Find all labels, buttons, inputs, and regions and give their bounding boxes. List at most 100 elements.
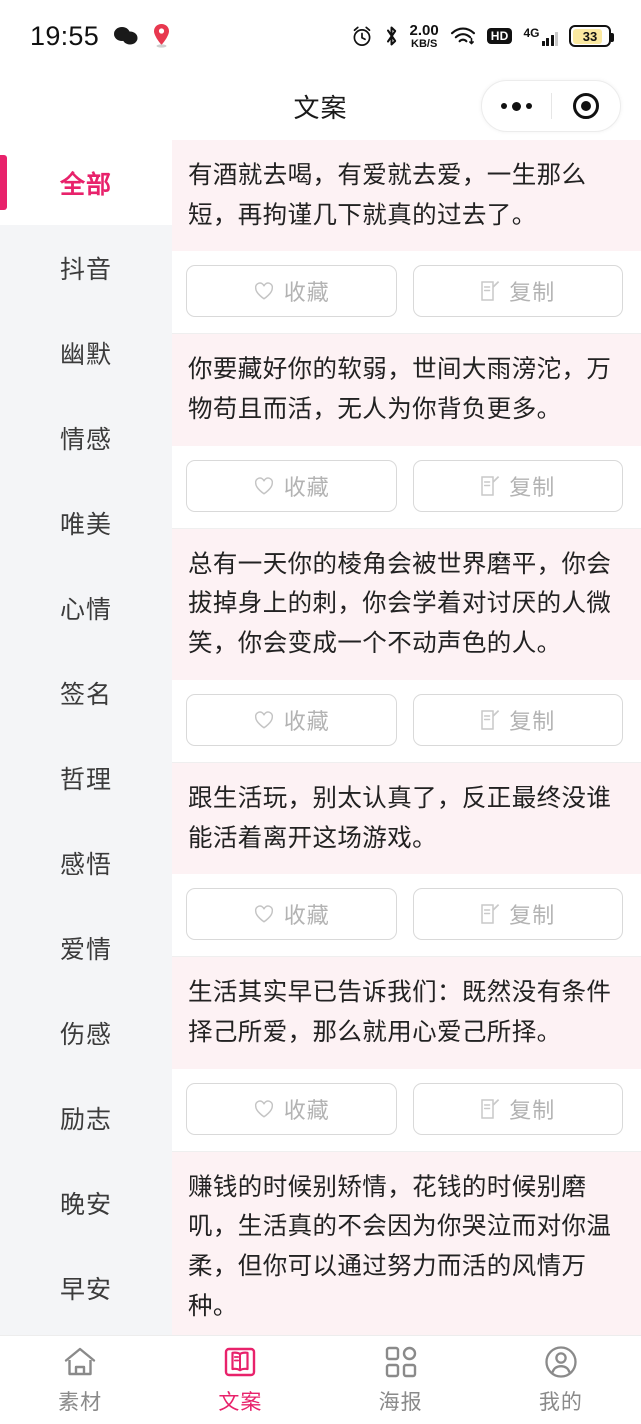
copy-button[interactable]: 复制 bbox=[412, 888, 623, 941]
sidebar-item-label: 幽默 bbox=[59, 340, 112, 369]
favorite-button[interactable]: 收藏 bbox=[186, 888, 397, 941]
favorite-label: 收藏 bbox=[283, 474, 330, 500]
status-bar: 19:55 2.00 KB/S HD 4G 33 bbox=[0, 0, 641, 72]
sidebar-item-label: 全部 bbox=[59, 170, 112, 199]
favorite-button[interactable]: 收藏 bbox=[186, 693, 397, 746]
wifi-icon bbox=[450, 26, 476, 46]
sidebar-item-goodnight[interactable]: 晚安 bbox=[0, 1160, 172, 1245]
alarm-clock-icon bbox=[351, 25, 373, 47]
user-circle-icon bbox=[544, 1345, 578, 1379]
sidebar-item-label: 晚安 bbox=[59, 1190, 112, 1219]
status-bar-left: 19:55 bbox=[30, 21, 170, 52]
battery-level: 33 bbox=[582, 28, 598, 44]
tab-poster[interactable]: 海报 bbox=[321, 1345, 481, 1416]
tab-copywriting[interactable]: 文案 bbox=[160, 1345, 320, 1416]
location-pin-icon bbox=[153, 24, 170, 48]
heart-icon bbox=[254, 477, 273, 495]
quote-text: 跟生活玩，别太认真了，反正最终没谁能活着离开这场游戏。 bbox=[172, 762, 641, 875]
bluetooth-icon bbox=[384, 24, 399, 48]
category-sidebar[interactable]: 全部 抖音 幽默 情感 唯美 心情 签名 哲理 感悟 爱情 伤感 励志 晚安 早… bbox=[0, 140, 172, 1335]
cellular-signal-icon: 4G bbox=[523, 27, 558, 46]
list-item: 赚钱的时候别矫情，花钱的时候别磨叽，生活真的不会因为你哭泣而对你温柔，但你可以通… bbox=[172, 1151, 641, 1335]
copy-button[interactable]: 复制 bbox=[412, 1082, 623, 1135]
sidebar-item-label: 哲理 bbox=[59, 765, 112, 794]
sidebar-item-inspire[interactable]: 励志 bbox=[0, 1075, 172, 1160]
quote-text: 有酒就去喝，有爱就去爱，一生那么短，再拘谨几下就真的过去了。 bbox=[172, 140, 641, 252]
list-item: 总有一天你的棱角会被世界磨平，你会拔掉身上的刺，你会学着对讨厌的人微笑，你会变成… bbox=[172, 528, 641, 763]
capsule-menu-button[interactable] bbox=[482, 101, 551, 111]
heart-icon bbox=[254, 282, 273, 301]
favorite-button[interactable]: 收藏 bbox=[186, 459, 397, 512]
miniprogram-capsule[interactable] bbox=[481, 80, 621, 132]
status-time: 19:55 bbox=[30, 20, 100, 51]
tab-label: 海报 bbox=[378, 1390, 423, 1414]
sidebar-item-label: 情感 bbox=[59, 425, 112, 454]
tab-profile[interactable]: 我的 bbox=[481, 1345, 641, 1416]
network-speed-value: 2.00 bbox=[409, 21, 439, 39]
favorite-label: 收藏 bbox=[283, 280, 330, 306]
card-actions: 收藏 复制 bbox=[172, 680, 641, 762]
sidebar-item-label: 伤感 bbox=[59, 1020, 112, 1049]
sidebar-item-insight[interactable]: 感悟 bbox=[0, 820, 172, 905]
battery-icon: 33 bbox=[569, 25, 614, 47]
favorite-label: 收藏 bbox=[283, 1097, 330, 1123]
copy-label: 复制 bbox=[509, 280, 556, 306]
sidebar-item-label: 励志 bbox=[59, 1105, 112, 1134]
copy-button[interactable]: 复制 bbox=[412, 693, 623, 746]
favorite-label: 收藏 bbox=[283, 903, 330, 929]
list-item: 跟生活玩，别太认真了，反正最终没谁能活着离开这场游戏。 收藏 复制 bbox=[172, 762, 641, 958]
copy-document-icon bbox=[481, 281, 500, 302]
sidebar-item-label: 抖音 bbox=[59, 255, 112, 284]
sidebar-item-all[interactable]: 全部 bbox=[0, 140, 172, 225]
favorite-label: 收藏 bbox=[283, 708, 330, 734]
sidebar-item-signature[interactable]: 签名 bbox=[0, 650, 172, 735]
app-screen: 19:55 2.00 KB/S HD 4G 33 文案 全部 抖音 幽默 情感 … bbox=[0, 0, 641, 1424]
copywriting-list[interactable]: 有酒就去喝，有爱就去爱，一生那么短，再拘谨几下就真的过去了。 收藏 复制 你要藏… bbox=[172, 140, 641, 1335]
page-header: 文案 bbox=[0, 72, 641, 140]
copy-button[interactable]: 复制 bbox=[412, 459, 623, 512]
content-area: 全部 抖音 幽默 情感 唯美 心情 签名 哲理 感悟 爱情 伤感 励志 晚安 早… bbox=[0, 140, 641, 1335]
tab-label: 文案 bbox=[218, 1390, 263, 1414]
card-actions: 收藏 复制 bbox=[172, 874, 641, 956]
favorite-button[interactable]: 收藏 bbox=[186, 265, 397, 318]
list-item: 生活其实早已告诉我们：既然没有条件择己所爱，那么就用心爱己所择。 收藏 复制 bbox=[172, 957, 641, 1152]
sidebar-item-sad[interactable]: 伤感 bbox=[0, 990, 172, 1075]
copy-document-icon bbox=[481, 709, 500, 730]
card-actions: 收藏 复制 bbox=[172, 1069, 641, 1151]
target-circle-icon bbox=[572, 93, 599, 119]
grid-icon bbox=[385, 1345, 417, 1379]
sidebar-item-mood[interactable]: 心情 bbox=[0, 565, 172, 650]
tab-materials[interactable]: 素材 bbox=[0, 1345, 160, 1416]
quote-text: 总有一天你的棱角会被世界磨平，你会拔掉身上的刺，你会学着对讨厌的人微笑，你会变成… bbox=[172, 528, 641, 680]
copy-button[interactable]: 复制 bbox=[412, 265, 623, 318]
sidebar-item-label: 心情 bbox=[59, 595, 112, 624]
heart-icon bbox=[254, 1099, 273, 1118]
wechat-icon bbox=[113, 26, 139, 46]
book-icon bbox=[223, 1345, 257, 1379]
copy-label: 复制 bbox=[509, 474, 556, 500]
sidebar-item-label: 早安 bbox=[59, 1275, 112, 1304]
favorite-button[interactable]: 收藏 bbox=[186, 1082, 397, 1135]
home-icon bbox=[63, 1345, 97, 1379]
sidebar-item-emotion[interactable]: 情感 bbox=[0, 395, 172, 480]
sidebar-item-love[interactable]: 爱情 bbox=[0, 905, 172, 990]
sidebar-item-label: 感悟 bbox=[59, 850, 112, 879]
copy-label: 复制 bbox=[509, 1097, 556, 1123]
tab-label: 素材 bbox=[58, 1390, 103, 1414]
sidebar-item-humor[interactable]: 幽默 bbox=[0, 310, 172, 395]
quote-text: 赚钱的时候别矫情，花钱的时候别磨叽，生活真的不会因为你哭泣而对你温柔，但你可以通… bbox=[172, 1151, 641, 1335]
sidebar-item-aesthetic[interactable]: 唯美 bbox=[0, 480, 172, 565]
sidebar-item-label: 爱情 bbox=[59, 935, 112, 964]
heart-icon bbox=[254, 711, 273, 729]
network-type-label: 4G bbox=[523, 25, 540, 40]
sidebar-item-douyin[interactable]: 抖音 bbox=[0, 225, 172, 310]
sidebar-item-philosophy[interactable]: 哲理 bbox=[0, 735, 172, 820]
status-bar-right: 2.00 KB/S HD 4G 33 bbox=[351, 21, 614, 50]
network-speed-unit: KB/S bbox=[411, 37, 438, 50]
heart-icon bbox=[254, 905, 273, 923]
card-actions: 收藏 复制 bbox=[172, 251, 641, 333]
copy-label: 复制 bbox=[509, 708, 556, 734]
capsule-close-button[interactable] bbox=[552, 93, 621, 119]
bottom-tab-bar[interactable]: 素材 文案 海报 我的 bbox=[0, 1335, 641, 1424]
sidebar-item-goodmorning[interactable]: 早安 bbox=[0, 1245, 172, 1330]
